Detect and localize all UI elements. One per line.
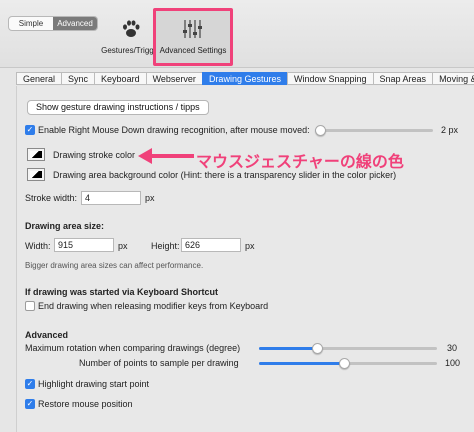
sample-points-value: 100 <box>445 358 461 368</box>
advanced-heading: Advanced <box>25 330 69 340</box>
width-unit: px <box>118 241 128 251</box>
sliders-icon <box>158 14 228 44</box>
height-input[interactable]: 626 <box>181 238 241 252</box>
annotation-text: マウスジェスチャーの線の色 <box>196 154 404 171</box>
background-color-swatch <box>30 171 42 178</box>
max-rotation-label: Maximum rotation when comparing drawings… <box>25 343 241 353</box>
keyboard-shortcut-heading: If drawing was started via Keyboard Shor… <box>25 287 219 297</box>
highlight-start-label: Highlight drawing start point <box>38 379 150 389</box>
tab-drawing-gestures[interactable]: Drawing Gestures <box>201 72 287 85</box>
sample-points-knob[interactable] <box>339 358 350 369</box>
tab-general[interactable]: General <box>16 72 62 85</box>
tab-snap-areas[interactable]: Snap Areas <box>372 72 433 85</box>
mode-simple-button[interactable]: Simple <box>9 17 53 30</box>
restore-mouse-checkbox[interactable]: ✓ <box>25 399 35 409</box>
background-color-well[interactable] <box>27 168 45 181</box>
max-rotation-slider[interactable] <box>259 343 437 354</box>
area-size-heading: Drawing area size: <box>25 221 105 231</box>
max-rotation-fill <box>259 347 318 350</box>
mode-segmented-control[interactable]: Simple Advanced <box>8 16 98 31</box>
max-rotation-knob[interactable] <box>312 343 323 354</box>
annotation-arrow-shaft <box>150 154 194 158</box>
move-threshold-knob[interactable] <box>315 125 326 136</box>
width-label: Width: <box>25 241 51 251</box>
stroke-width-unit: px <box>145 193 155 203</box>
stroke-width-label: Stroke width: <box>25 193 78 203</box>
tab-moving[interactable]: Moving & <box>432 72 474 85</box>
tab-bar: General Sync Keyboard Webserver Drawing … <box>16 72 474 85</box>
end-drawing-label: End drawing when releasing modifier keys… <box>38 301 269 311</box>
stroke-color-label: Drawing stroke color <box>53 150 136 160</box>
tab-webserver[interactable]: Webserver <box>145 72 202 85</box>
tab-keyboard[interactable]: Keyboard <box>94 72 146 85</box>
move-threshold-slider[interactable] <box>315 125 433 136</box>
width-input[interactable]: 915 <box>54 238 114 252</box>
tab-sync[interactable]: Sync <box>61 72 95 85</box>
enable-right-mouse-checkbox[interactable]: ✓ <box>25 125 35 135</box>
show-instructions-button[interactable]: Show gesture drawing instructions / tipp… <box>27 100 209 115</box>
drawing-gestures-panel: Show gesture drawing instructions / tipp… <box>16 86 474 432</box>
max-rotation-value: 30 <box>447 343 458 353</box>
sample-points-label: Number of points to sample per drawing <box>79 358 239 368</box>
move-threshold-value: 2 px <box>441 125 459 135</box>
stroke-color-swatch <box>30 151 42 158</box>
restore-mouse-label: Restore mouse position <box>38 399 133 409</box>
height-unit: px <box>245 241 255 251</box>
stroke-width-input[interactable]: 4 <box>81 191 141 205</box>
advanced-settings-label: Advanced Settings <box>159 46 227 55</box>
tab-window-snapping[interactable]: Window Snapping <box>286 72 373 85</box>
toolbar: Simple Advanced Gestures/Trigger Advance… <box>0 0 474 68</box>
advanced-settings-toolbar-item[interactable]: Advanced Settings <box>158 14 228 55</box>
mode-advanced-button[interactable]: Advanced <box>53 17 97 30</box>
highlight-start-checkbox[interactable]: ✓ <box>25 379 35 389</box>
enable-right-mouse-label: Enable Right Mouse Down drawing recognit… <box>38 125 310 135</box>
height-label: Height: <box>151 241 180 251</box>
sample-points-fill <box>259 362 345 365</box>
stroke-color-well[interactable] <box>27 148 45 161</box>
gestures-trigger-label: Gestures/Trigger <box>101 46 161 55</box>
area-size-note: Bigger drawing area sizes can affect per… <box>25 261 204 270</box>
end-drawing-checkbox[interactable] <box>25 301 35 311</box>
sample-points-slider[interactable] <box>259 358 437 369</box>
